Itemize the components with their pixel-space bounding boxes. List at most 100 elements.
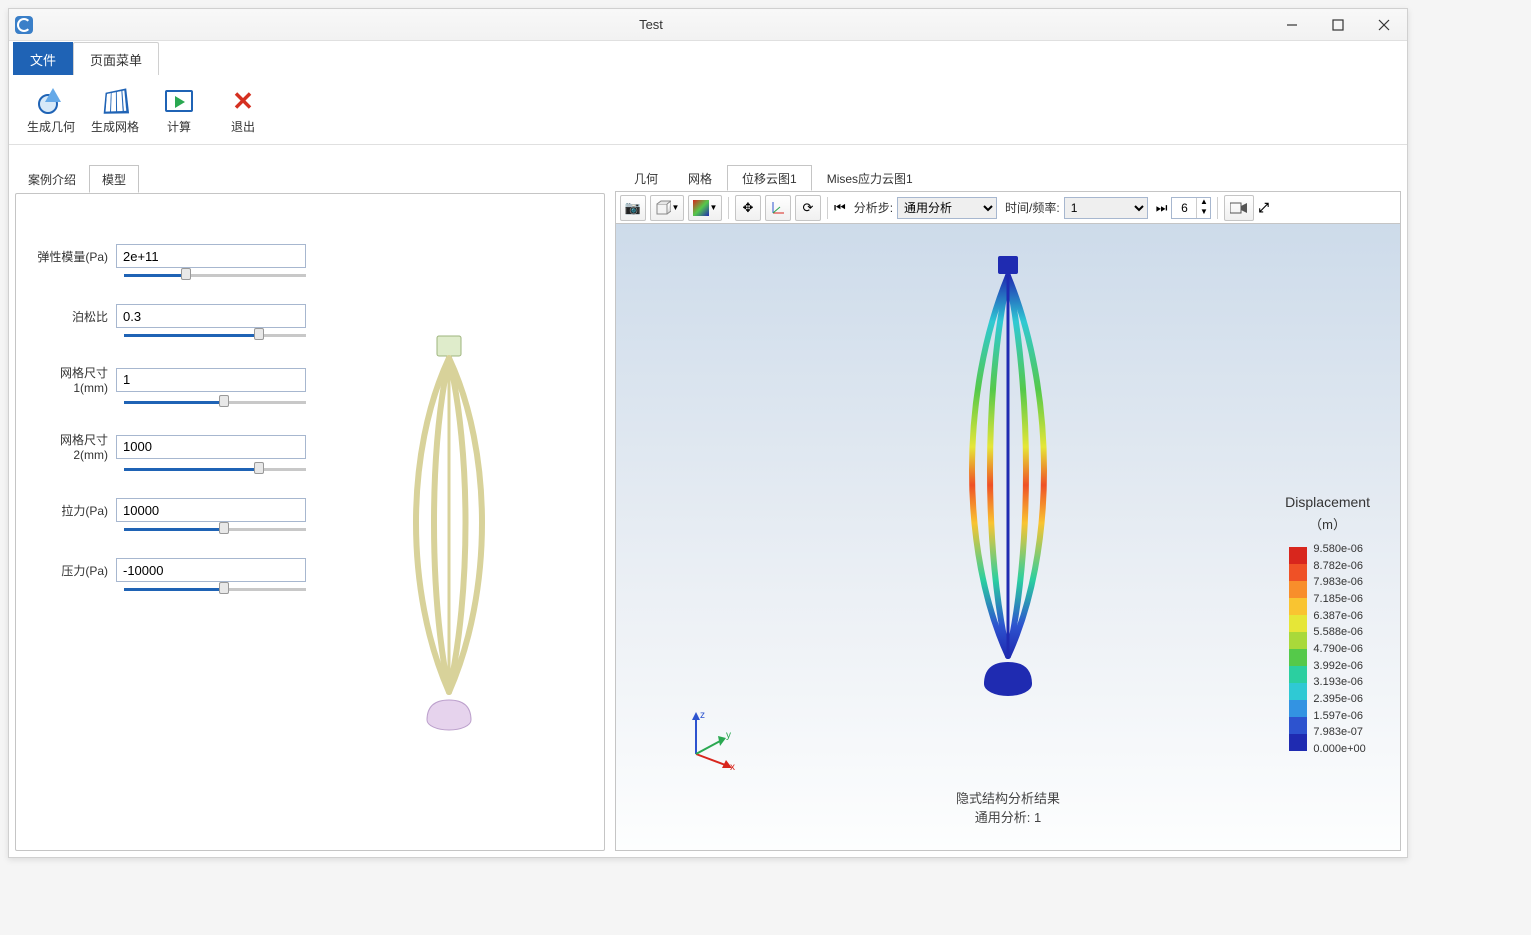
ribbon-label: 计算 [167,118,191,135]
axis-triad: z y x [676,710,736,770]
svg-text:z: z [700,710,705,721]
app-icon [15,16,33,34]
tab-mesh[interactable]: 网格 [673,165,727,191]
generate-geometry-button[interactable]: 生成几何 [19,79,83,144]
system-buttons [1269,9,1407,41]
separator [827,197,828,219]
ribbon-label: 生成网格 [91,118,139,135]
mesh-icon [104,88,129,113]
result-viewer[interactable]: z y x 隐式结构分析结果 通用分析: 1 Displacement （m） … [615,223,1401,851]
param-label: 压力(Pa) [26,562,108,579]
legend-title: Displacement [1285,494,1370,510]
legend-value: 3.992e-06 [1313,660,1365,672]
left-tabs: 案例介绍 模型 [15,165,605,193]
param-slider-5[interactable] [124,586,306,592]
frame-spinner[interactable]: 6 ▲▼ [1171,197,1211,219]
param-label: 网格尺寸2(mm) [26,431,108,462]
close-x-icon: ✕ [232,86,254,117]
legend-value: 0.000e+00 [1313,743,1365,755]
view-cube-button[interactable]: ▼ [650,195,684,221]
legend-colorbar [1289,547,1307,751]
param-input-0[interactable] [116,244,306,268]
result-label: 隐式结构分析结果 通用分析: 1 [956,788,1060,826]
close-button[interactable] [1361,9,1407,41]
result-line1: 隐式结构分析结果 [956,788,1060,807]
time-freq-select[interactable]: 1 [1064,197,1148,219]
param-input-5[interactable] [116,558,306,582]
workspace: 案例介绍 模型 弹性模量(Pa)泊松比网格尺寸1(mm)网格尺寸2(mm)拉力(… [9,145,1407,857]
ribbon-label: 退出 [231,118,255,135]
svg-text:x: x [730,762,735,773]
tab-geometry[interactable]: 几何 [619,165,673,191]
exit-button[interactable]: ✕ 退出 [211,79,275,144]
param-input-4[interactable] [116,498,306,522]
param-slider-1[interactable] [124,332,306,338]
expand-icon[interactable]: ⤢ [1258,200,1268,216]
calculate-button[interactable]: 计算 [147,79,211,144]
left-pane: 案例介绍 模型 弹性模量(Pa)泊松比网格尺寸1(mm)网格尺寸2(mm)拉力(… [15,165,605,851]
tab-displacement[interactable]: 位移云图1 [727,165,812,191]
param-input-2[interactable] [116,368,306,392]
rotate-icon: ⟳ [803,200,814,216]
tab-file[interactable]: 文件 [13,42,73,75]
legend-value: 2.395e-06 [1313,693,1365,705]
window-title: Test [33,17,1269,32]
rotate-button[interactable]: ⟳ [795,195,821,221]
axes-button[interactable] [765,195,791,221]
param-input-1[interactable] [116,304,306,328]
minimize-button[interactable] [1269,9,1315,41]
forward-icon[interactable]: ⏭ [1156,200,1168,216]
rewind-icon[interactable]: ⏮ [834,200,846,216]
tab-case-intro[interactable]: 案例介绍 [15,165,89,193]
titlebar: Test [9,9,1407,41]
maximize-button[interactable] [1315,9,1361,41]
right-pane: 几何 网格 位移云图1 Mises应力云图1 📷 ▼ ▼ [615,165,1401,851]
result-line2: 通用分析: 1 [956,807,1060,826]
tab-model[interactable]: 模型 [89,165,139,193]
param-label: 拉力(Pa) [26,502,108,519]
legend-value: 7.185e-06 [1313,593,1365,605]
axes-icon [770,200,786,216]
tab-mises[interactable]: Mises应力云图1 [812,165,928,191]
legend-value: 1.597e-06 [1313,710,1365,722]
analysis-step-select[interactable]: 通用分析 [897,197,997,219]
param-slider-2[interactable] [124,399,306,405]
fit-view-button[interactable]: ✥ [735,195,761,221]
right-tabs: 几何 网格 位移云图1 Mises应力云图1 [615,165,1401,191]
separator [1217,197,1218,219]
dropdown-arrow-icon: ▼ [710,203,718,212]
svg-text:y: y [726,730,731,741]
param-label: 弹性模量(Pa) [26,248,108,265]
tab-page-menu[interactable]: 页面菜单 [73,42,159,75]
dropdown-arrow-icon: ▼ [672,203,680,212]
legend-values: 9.580e-068.782e-067.983e-067.185e-066.38… [1307,543,1365,755]
viewer-toolbar: 📷 ▼ ▼ ✥ ⟳ [615,191,1401,223]
param-slider-3[interactable] [124,466,306,472]
param-slider-4[interactable] [124,526,306,532]
left-panel-body: 弹性模量(Pa)泊松比网格尺寸1(mm)网格尺寸2(mm)拉力(Pa)压力(Pa… [15,193,605,851]
model-preview [306,234,594,840]
legend-value: 6.387e-06 [1313,610,1365,622]
parameter-column: 弹性模量(Pa)泊松比网格尺寸1(mm)网格尺寸2(mm)拉力(Pa)压力(Pa… [26,234,306,840]
param-label: 网格尺寸1(mm) [26,364,108,395]
move-icon: ✥ [743,200,754,216]
legend-value: 8.782e-06 [1313,560,1365,572]
legend-value: 9.580e-06 [1313,543,1365,555]
separator [728,197,729,219]
time-freq-label: 时间/频率: [1005,199,1060,216]
param-input-3[interactable] [116,435,306,459]
app-window: Test 文件 页面菜单 生成几何 生成网格 计算 [8,8,1408,858]
generate-mesh-button[interactable]: 生成网格 [83,79,147,144]
param-slider-0[interactable] [124,272,306,278]
cube-icon [655,200,671,216]
screenshot-button[interactable]: 📷 [620,195,646,221]
camera-rec-icon [1230,202,1248,214]
legend-value: 5.588e-06 [1313,626,1365,638]
legend-unit: （m） [1285,514,1370,533]
spinner-value: 6 [1172,201,1196,215]
colormap-button[interactable]: ▼ [688,195,722,221]
analysis-step-label: 分析步: [854,199,893,216]
legend-value: 7.983e-07 [1313,726,1365,738]
record-button[interactable] [1224,195,1254,221]
rainbow-icon [693,200,709,216]
